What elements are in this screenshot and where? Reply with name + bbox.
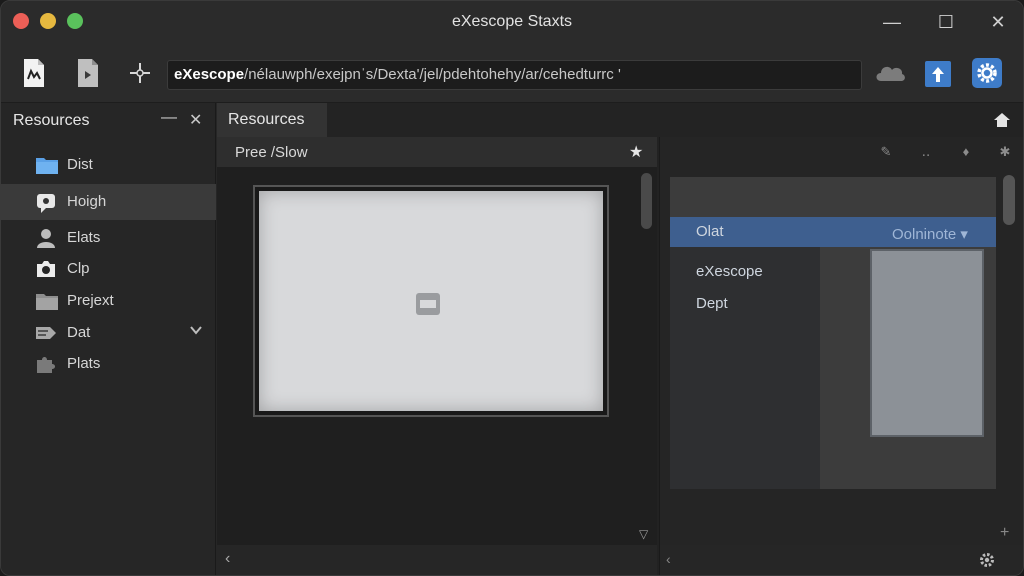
sidebar-header: Resources — ✕ <box>1 103 216 139</box>
scroll-thumb[interactable] <box>1003 175 1015 225</box>
fill-icon[interactable]: ♦ <box>958 144 974 160</box>
resources-sidebar: Resources — ✕ Dist Hoigh Elats Clp Preje… <box>1 103 216 575</box>
upload-icon[interactable] <box>923 57 953 89</box>
window-title: eXescope Staxts <box>451 13 573 30</box>
preview-footer: ‹ <box>217 545 657 575</box>
preview-canvas <box>217 167 637 545</box>
path-root: eXescope <box>174 66 245 83</box>
app-window: eXescope Staxts — ☐ ✕ eXescope/nélauwph/… <box>0 0 1024 576</box>
speech-bubble-icon <box>35 192 57 213</box>
sidebar-item-label: Dist <box>67 156 93 173</box>
tab-resources[interactable]: Resources <box>217 103 327 137</box>
shot-header-right: Oolninote ▾ <box>892 226 968 243</box>
close-button[interactable]: ✕ <box>987 11 1009 33</box>
image-placeholder-icon <box>413 289 443 319</box>
home-icon[interactable] <box>993 111 1011 129</box>
preview-scrollbar[interactable]: ▽ <box>637 167 657 545</box>
inspector-footer: ‹ <box>660 545 1023 575</box>
shot-sidebar <box>670 247 820 489</box>
sidebar-item-label: Plats <box>67 355 101 372</box>
collapse-icon[interactable]: — <box>161 109 177 129</box>
close-icon[interactable]: ✕ <box>189 110 205 130</box>
gear-icon[interactable] <box>978 551 996 569</box>
shot-row: Dept <box>696 295 728 312</box>
scroll-left-icon[interactable]: ‹ <box>666 551 671 567</box>
sidebar-title: Resources <box>13 112 90 129</box>
title-bar: eXescope Staxts — ☐ ✕ <box>1 1 1023 43</box>
scroll-left-icon[interactable]: ‹ <box>225 550 230 568</box>
puzzle-icon <box>35 354 57 374</box>
preview-image <box>255 187 607 415</box>
scroll-thumb[interactable] <box>641 173 652 229</box>
list-icon[interactable]: ‥ <box>918 144 934 160</box>
snowflake-icon[interactable]: ✱ <box>997 144 1013 160</box>
edit-icon[interactable]: ✎ <box>878 144 894 160</box>
new-file-icon[interactable] <box>19 57 49 89</box>
inspector-pane: ✎ ‥ ♦ ✱ Olat Oolninote ▾ eXescope Dept +… <box>659 137 1023 575</box>
sidebar-item-dist[interactable]: Dist <box>1 147 216 183</box>
cloud-icon[interactable] <box>873 57 907 89</box>
folder-icon <box>35 155 58 175</box>
sidebar-item-label: Elats <box>67 229 101 246</box>
tab-strip: Resources <box>217 103 1023 137</box>
chevron-down-icon[interactable] <box>189 323 205 339</box>
user-icon <box>35 228 57 248</box>
preview-header: Pree /Slow ★ <box>217 137 657 167</box>
folder-icon <box>35 291 58 311</box>
maximize-button[interactable]: ☐ <box>935 11 957 33</box>
camera-icon <box>35 259 57 279</box>
sidebar-item-label: Dat <box>67 324 91 341</box>
inspector-toolbar: ✎ ‥ ♦ ✱ <box>660 137 1023 167</box>
add-icon[interactable]: + <box>1000 524 1009 542</box>
scroll-down-icon[interactable]: ▽ <box>639 527 648 541</box>
tag-icon <box>35 323 57 343</box>
inspector-scrollbar[interactable] <box>1000 167 1020 519</box>
sidebar-item-label: Clp <box>67 260 90 277</box>
star-icon[interactable]: ★ <box>629 142 647 161</box>
path-rest: /nélauwph/exejpnˈs/Dexta'/jel/pdehtohehy… <box>244 66 621 83</box>
shot-panel <box>870 249 984 437</box>
shot-row: eXescope <box>696 263 763 280</box>
shot-row: Olat <box>696 223 724 240</box>
sidebar-item-label: Prejext <box>67 292 114 309</box>
preview-title: Pree /Slow <box>235 144 308 161</box>
sidebar-item-clp[interactable]: Clp <box>1 251 216 287</box>
sidebar-item-prejext[interactable]: Prejext <box>1 283 216 319</box>
crosshair-icon[interactable] <box>125 57 155 89</box>
settings-icon[interactable] <box>971 57 1003 89</box>
toolbar: eXescope/nélauwph/exejpnˈs/Dexta'/jel/pd… <box>1 43 1023 103</box>
sidebar-item-plats[interactable]: Plats <box>1 346 216 382</box>
path-input[interactable]: eXescope/nélauwph/exejpnˈs/Dexta'/jel/pd… <box>167 60 862 90</box>
minimize-button[interactable]: — <box>881 11 903 33</box>
inspector-screenshot: Olat Oolninote ▾ eXescope Dept <box>670 177 996 489</box>
sidebar-item-label: Hoigh <box>67 193 107 210</box>
open-file-icon[interactable] <box>73 57 103 89</box>
sidebar-item-hoigh[interactable]: Hoigh <box>1 184 216 220</box>
